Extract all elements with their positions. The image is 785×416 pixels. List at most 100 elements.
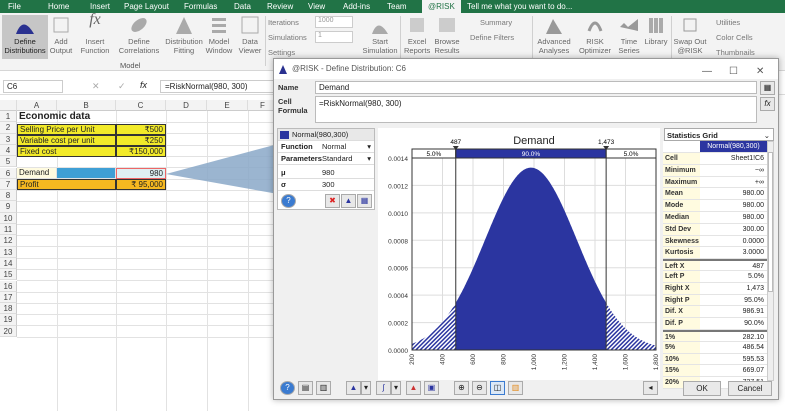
- swap-out-button[interactable]: Swap Out @RISK: [673, 15, 707, 55]
- cancel-button[interactable]: Cancel: [728, 381, 772, 396]
- chevron-down-icon[interactable]: ▾: [391, 381, 401, 395]
- menu-formulas[interactable]: Formulas: [184, 2, 217, 11]
- data-viewer-button[interactable]: Data Viewer: [236, 15, 264, 55]
- define-correlations-button[interactable]: Define Correlations: [114, 15, 164, 55]
- column-header[interactable]: D: [166, 100, 207, 111]
- model-window-button[interactable]: Model Window: [205, 15, 233, 55]
- row-header[interactable]: 8: [0, 190, 17, 202]
- overlay-icon[interactable]: ▲: [406, 381, 421, 395]
- delete-icon[interactable]: ✖: [325, 194, 340, 208]
- formula-input[interactable]: =RiskNormal(980, 300): [160, 80, 280, 93]
- utilities-button[interactable]: Utilities: [716, 18, 740, 27]
- row-header[interactable]: 10: [0, 212, 17, 224]
- formula-input[interactable]: =RiskNormal(980, 300): [315, 96, 757, 123]
- ok-button[interactable]: OK: [683, 381, 721, 396]
- demand-cell-c6[interactable]: 980: [116, 168, 166, 179]
- row-header[interactable]: 2: [0, 122, 17, 134]
- cell-label[interactable]: Fixed cost: [17, 146, 116, 157]
- row-header[interactable]: 6: [0, 167, 17, 179]
- cell-value[interactable]: ₹250: [116, 135, 166, 146]
- profit-value[interactable]: ₹ 95,000: [116, 179, 166, 190]
- function-select[interactable]: Function Normal ▾: [278, 141, 374, 153]
- distribution-chart[interactable]: Demand 0.0000 0.0002 0.0004 0.0006 0.0008 0.00…: [378, 128, 660, 380]
- row-header[interactable]: 7: [0, 178, 17, 191]
- minimize-button[interactable]: —: [702, 62, 712, 82]
- stats-scrollbar[interactable]: [767, 141, 774, 381]
- iterations-input[interactable]: 1000: [315, 16, 353, 28]
- menu-risk[interactable]: @RISK: [422, 0, 461, 13]
- chevron-down-icon[interactable]: ▾: [361, 381, 371, 395]
- fx-icon[interactable]: fx: [140, 80, 147, 90]
- row-header[interactable]: 12: [0, 235, 17, 247]
- sigma-input[interactable]: σ 300: [278, 179, 374, 191]
- menu-file[interactable]: File: [8, 2, 21, 11]
- maximize-button[interactable]: ☐: [729, 62, 738, 82]
- time-series-button[interactable]: Time Series: [615, 15, 643, 55]
- cell-value[interactable]: ₹150,000: [116, 146, 166, 157]
- palette-icon[interactable]: ▦: [357, 194, 372, 208]
- density-chart-icon[interactable]: ▲: [346, 381, 361, 395]
- simulations-input[interactable]: 1: [315, 31, 353, 43]
- close-button[interactable]: ✕: [756, 62, 764, 82]
- browse-results-button[interactable]: Browse Results: [433, 15, 461, 55]
- row-header[interactable]: 3: [0, 133, 17, 145]
- collapse-panel-icon[interactable]: ◂: [643, 381, 658, 395]
- stats-view-dropdown[interactable]: Statistics Grid ⌄: [664, 128, 774, 141]
- menu-home[interactable]: Home: [48, 2, 69, 11]
- chart-settings-icon[interactable]: ▣: [424, 381, 439, 395]
- name-input[interactable]: Demand: [315, 81, 757, 94]
- advanced-analyses-button[interactable]: Advanced Analyses: [535, 15, 573, 55]
- excel-reports-button[interactable]: Excel Reports: [404, 15, 430, 55]
- select-all[interactable]: [0, 100, 17, 111]
- zoom-out-icon[interactable]: ⊖: [472, 381, 487, 395]
- cell-value[interactable]: ₹500: [116, 124, 166, 135]
- table-icon[interactable]: ▤: [298, 381, 313, 395]
- library-button[interactable]: Library: [643, 15, 669, 46]
- help-icon[interactable]: ?: [281, 194, 296, 208]
- menu-data[interactable]: Data: [234, 2, 251, 11]
- row-header[interactable]: 14: [0, 257, 17, 270]
- enter-icon[interactable]: ✓: [118, 81, 126, 92]
- parameters-select[interactable]: Parameters Standard ▾: [278, 153, 374, 165]
- insert-function-button[interactable]: fx Insert Function: [76, 12, 114, 56]
- column-header[interactable]: C: [116, 100, 166, 111]
- select-cell-icon[interactable]: ▦: [760, 81, 775, 95]
- row-header[interactable]: 13: [0, 246, 17, 258]
- row-header[interactable]: 1: [0, 111, 17, 123]
- column-header[interactable]: E: [207, 100, 248, 111]
- cell-label[interactable]: Variable cost per unit: [17, 135, 116, 146]
- row-header[interactable]: 18: [0, 303, 17, 315]
- cell-b6[interactable]: [57, 168, 116, 179]
- settings-label[interactable]: Settings: [268, 48, 295, 57]
- column-header[interactable]: B: [57, 100, 116, 111]
- profit-label[interactable]: Profit: [17, 179, 116, 190]
- bar-chart-icon[interactable]: ▥: [316, 381, 331, 395]
- row-header[interactable]: 4: [0, 144, 17, 157]
- distribution-icon[interactable]: ▲: [341, 194, 356, 208]
- menu-insert[interactable]: Insert: [90, 2, 110, 11]
- row-header[interactable]: 16: [0, 280, 17, 292]
- cumulative-chart-icon[interactable]: ∫: [376, 381, 391, 395]
- start-simulation-button[interactable]: Start Simulation: [362, 15, 398, 55]
- row-header[interactable]: 19: [0, 314, 17, 326]
- sheet-title[interactable]: Economic data: [17, 111, 166, 124]
- row-header[interactable]: 20: [0, 325, 17, 337]
- mu-input[interactable]: μ 980: [278, 167, 374, 179]
- distribution-fitting-button[interactable]: Distribution Fitting: [164, 15, 204, 55]
- zoom-in-icon[interactable]: ⊕: [454, 381, 469, 395]
- demand-label[interactable]: Demand: [17, 168, 57, 179]
- dialog-title-bar[interactable]: @RISK - Define Distribution: C6 — ☐ ✕: [274, 59, 778, 79]
- split-view-icon[interactable]: ◫: [490, 381, 505, 395]
- row-header[interactable]: 17: [0, 291, 17, 304]
- define-distributions-button[interactable]: Define Distributions: [2, 15, 48, 59]
- menu-team[interactable]: Team: [387, 2, 407, 11]
- row-header[interactable]: 15: [0, 269, 17, 281]
- menu-page-layout[interactable]: Page Layout: [124, 2, 169, 11]
- cancel-icon[interactable]: ✕: [92, 81, 100, 92]
- menu-review[interactable]: Review: [267, 2, 293, 11]
- row-header[interactable]: 11: [0, 224, 17, 236]
- row-header[interactable]: 5: [0, 156, 17, 168]
- row-header[interactable]: 9: [0, 201, 17, 213]
- color-cells-button[interactable]: Color Cells: [716, 33, 753, 42]
- tell-me-search[interactable]: Tell me what you want to do...: [467, 2, 572, 11]
